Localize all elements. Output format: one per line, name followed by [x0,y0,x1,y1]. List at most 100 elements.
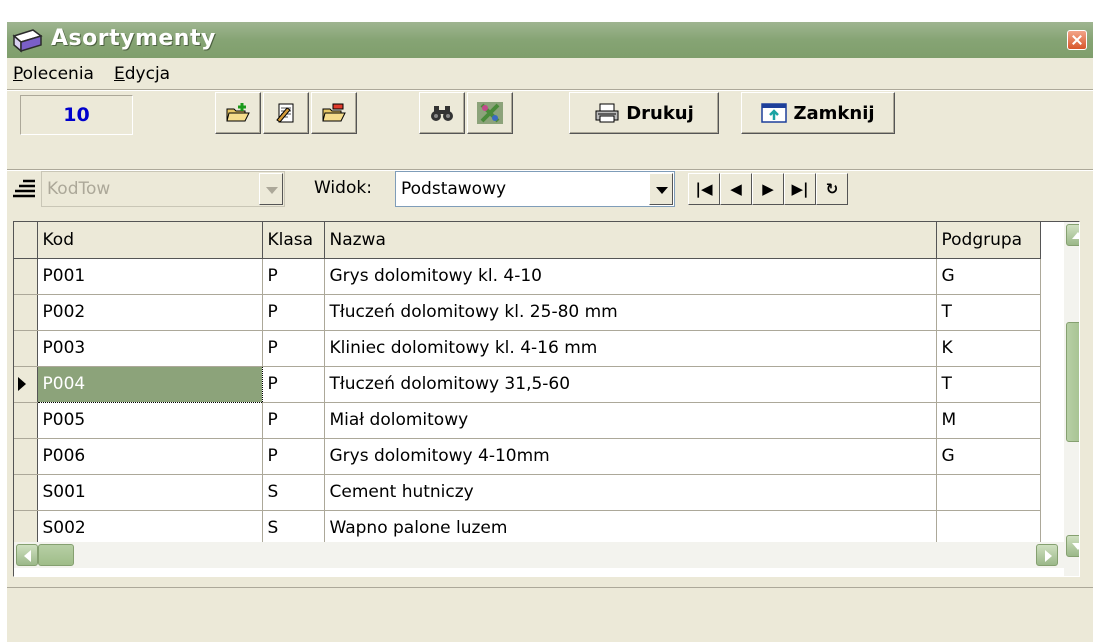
print-label: Drukuj [626,102,694,124]
status-bar [7,587,1093,628]
edit-record-button[interactable] [263,92,309,134]
scroll-right-button[interactable] [1036,544,1058,566]
cell-klasa[interactable]: P [262,258,325,295]
filter-button[interactable] [467,92,513,134]
cell-klasa[interactable]: P [262,294,325,331]
cell-kod[interactable]: P001 [37,258,263,295]
table-row[interactable]: S002 S Wapno palone luzem [14,510,1041,547]
row-indicator [14,258,38,295]
menu-edycja[interactable]: Edycja [114,64,170,84]
cell-podgrupa[interactable]: K [936,330,1041,367]
row-indicator [14,366,38,403]
current-row-pointer-icon [18,377,26,391]
binoculars-icon [431,106,453,121]
header-indicator [14,222,38,259]
horizontal-scrollbar[interactable] [14,542,1064,568]
cell-podgrupa[interactable]: T [936,294,1041,331]
table-row[interactable]: P002 P Tłuczeń dolomitowy kl. 25-80 mm T [14,294,1041,331]
row-indicator [14,510,38,547]
vertical-scroll-thumb[interactable] [1066,322,1079,442]
cell-klasa[interactable]: P [262,438,325,475]
chevron-left-icon [24,550,31,562]
cell-nazwa[interactable]: Tłuczeń dolomitowy kl. 25-80 mm [324,294,937,331]
row-indicator [14,294,38,331]
cell-nazwa[interactable]: Grys dolomitowy kl. 4-10 [324,258,937,295]
cell-klasa[interactable]: S [262,510,325,547]
scroll-down-button[interactable] [1066,535,1079,557]
print-button[interactable]: Drukuj [569,92,719,134]
column-header-klasa[interactable]: Klasa [262,222,325,259]
folder-add-icon [226,103,250,122]
exit-window-icon [761,103,788,123]
window-title: Asortymenty [51,26,216,51]
table-row[interactable]: S001 S Cement hutniczy [14,474,1041,511]
table-row[interactable]: P001 P Grys dolomitowy kl. 4-10 G [14,258,1041,295]
printer-icon [595,103,619,123]
scroll-up-button[interactable] [1066,224,1079,246]
table-row[interactable]: P005 P Miał dolomitowy M [14,402,1041,439]
view-select[interactable]: Podstawowy [395,171,675,207]
close-window-button[interactable] [1067,30,1087,50]
grid-table: Kod Klasa Nazwa Podgrupa P001 P Grys dolom… [14,222,1041,547]
grid-header: Kod Klasa Nazwa Podgrupa [14,222,1041,259]
refresh-button[interactable]: ↻ [816,173,848,205]
cell-nazwa[interactable]: Grys dolomitowy 4-10mm [324,438,937,475]
cell-kod[interactable]: S002 [37,510,263,547]
data-grid[interactable]: Kod Klasa Nazwa Podgrupa P001 P Grys dolom… [13,221,1080,577]
cell-kod[interactable]: S001 [37,474,263,511]
first-record-icon: |◀ [695,180,713,198]
next-record-button[interactable]: ▶ [752,173,784,205]
find-button[interactable] [419,92,465,134]
cell-klasa[interactable]: S [262,474,325,511]
cell-podgrupa[interactable]: T [936,366,1041,403]
close-button[interactable]: Zamknij [741,92,895,134]
prior-record-button[interactable]: ◀ [720,173,752,205]
last-record-button[interactable]: ▶| [784,173,816,205]
sort-field-combo: KodTow [41,171,285,207]
sort-field-value: KodTow [47,179,111,199]
cell-podgrupa[interactable]: G [936,438,1041,475]
cell-podgrupa[interactable]: M [936,402,1041,439]
table-row[interactable]: P004 P Tłuczeń dolomitowy 31,5-60 T [14,365,1041,403]
column-header-kod[interactable]: Kod [37,222,263,259]
chevron-right-icon [1045,550,1052,562]
cell-klasa[interactable]: P [262,366,325,403]
cell-kod[interactable]: P003 [37,330,263,367]
horizontal-scroll-thumb[interactable] [38,544,74,566]
cell-nazwa[interactable]: Cement hutniczy [324,474,937,511]
menu-separator [7,89,1093,91]
cell-klasa[interactable]: P [262,330,325,367]
cell-nazwa[interactable]: Miał dolomitowy [324,402,937,439]
row-indicator [14,330,38,367]
table-row[interactable]: P006 P Grys dolomitowy 4-10mm G [14,438,1041,475]
delete-record-button[interactable] [311,92,357,134]
column-header-podgrupa[interactable]: Podgrupa [936,222,1041,259]
cell-kod[interactable]: P002 [37,294,263,331]
cell-nazwa[interactable]: Tłuczeń dolomitowy 31,5-60 [324,366,937,403]
table-row[interactable]: P003 P Kliniec dolomitowy kl. 4-16 mm K [14,330,1041,367]
cell-podgrupa[interactable] [936,510,1041,547]
menu-polecenia[interactable]: Polecenia [13,64,94,84]
sort-order-icon [13,179,35,198]
edit-document-icon [276,103,294,123]
cell-nazwa[interactable]: Wapno palone luzem [324,510,937,547]
title-bar[interactable]: Asortymenty [7,22,1093,58]
cell-podgrupa[interactable]: G [936,258,1041,295]
cell-klasa[interactable]: P [262,402,325,439]
view-select-value: Podstawowy [401,179,507,199]
cell-kod[interactable]: P006 [37,438,263,475]
vertical-scrollbar[interactable] [1064,222,1079,576]
main-window: Asortymenty Polecenia Edycja 10 Drukuj Z… [7,22,1093,642]
chevron-down-icon[interactable] [649,173,673,205]
cell-podgrupa[interactable] [936,474,1041,511]
app-icon [12,29,43,53]
cell-kod[interactable]: P005 [37,402,263,439]
first-record-button[interactable]: |◀ [688,173,720,205]
column-header-nazwa[interactable]: Nazwa [324,222,937,259]
close-label: Zamknij [793,102,875,124]
add-record-button[interactable] [215,92,261,134]
folder-delete-icon [322,103,346,122]
cell-kod[interactable]: P004 [36,365,263,403]
scroll-left-button[interactable] [16,544,38,566]
cell-nazwa[interactable]: Kliniec dolomitowy kl. 4-16 mm [324,330,937,367]
